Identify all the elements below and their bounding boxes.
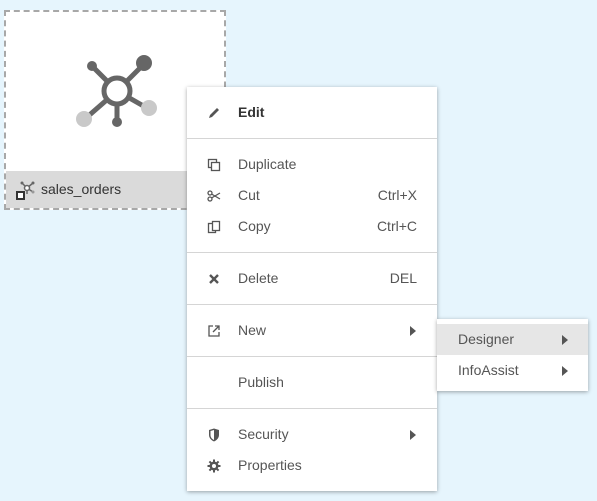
gear-icon [206, 458, 222, 474]
duplicate-icon [206, 157, 222, 173]
new-submenu: Designer InfoAssist [437, 319, 588, 391]
submenu-item-infoassist[interactable]: InfoAssist [437, 355, 588, 386]
menu-item-edit[interactable]: Edit [187, 97, 437, 128]
menu-item-label: Copy [238, 218, 271, 234]
menu-item-label: Security [238, 426, 289, 442]
submenu-arrow-icon [562, 366, 568, 376]
menu-item-duplicate[interactable]: Duplicate [187, 149, 437, 180]
submenu-arrow-icon [410, 430, 416, 440]
menu-item-security[interactable]: Security [187, 419, 437, 450]
scissors-icon [206, 188, 222, 204]
menu-item-label: New [238, 322, 267, 338]
menu-item-label: InfoAssist [458, 362, 519, 378]
menu-divider [187, 252, 437, 253]
menu-item-label: Properties [238, 457, 302, 473]
menu-divider [187, 304, 437, 305]
shield-icon [206, 427, 222, 443]
shortcut-label: Ctrl+X [377, 187, 417, 203]
menu-item-publish[interactable]: Publish [187, 367, 437, 398]
data-model-small-icon [16, 181, 35, 200]
menu-divider [187, 408, 437, 409]
menu-divider [187, 138, 437, 139]
menu-item-copy[interactable]: Copy Ctrl+C [187, 211, 437, 242]
menu-item-delete[interactable]: Delete DEL [187, 263, 437, 294]
menu-item-label: Duplicate [238, 156, 297, 172]
menu-item-cut[interactable]: Cut Ctrl+X [187, 180, 437, 211]
x-icon [206, 271, 222, 287]
shortcut-label: DEL [389, 270, 417, 286]
file-name: sales_orders [41, 181, 122, 197]
menu-item-label: Cut [238, 187, 260, 203]
submenu-arrow-icon [410, 326, 416, 336]
new-external-icon [206, 323, 222, 339]
pencil-icon [206, 105, 222, 121]
submenu-arrow-icon [562, 335, 568, 345]
menu-item-label: Publish [238, 374, 284, 390]
menu-divider [187, 356, 437, 357]
menu-item-label: Edit [238, 104, 265, 120]
copy-icon [206, 219, 222, 235]
context-menu: Edit Duplicate Cut Ctrl+X Copy Ctrl+C De… [187, 87, 437, 491]
shortcut-label: Ctrl+C [376, 218, 417, 234]
workspace-canvas: sales_orders Edit Duplicate Cut Ctrl+X C… [0, 0, 597, 501]
menu-item-properties[interactable]: Properties [187, 450, 437, 481]
menu-item-new[interactable]: New [187, 315, 437, 346]
submenu-item-designer[interactable]: Designer [437, 324, 588, 355]
menu-item-label: Delete [238, 270, 279, 286]
menu-item-label: Designer [458, 331, 515, 347]
